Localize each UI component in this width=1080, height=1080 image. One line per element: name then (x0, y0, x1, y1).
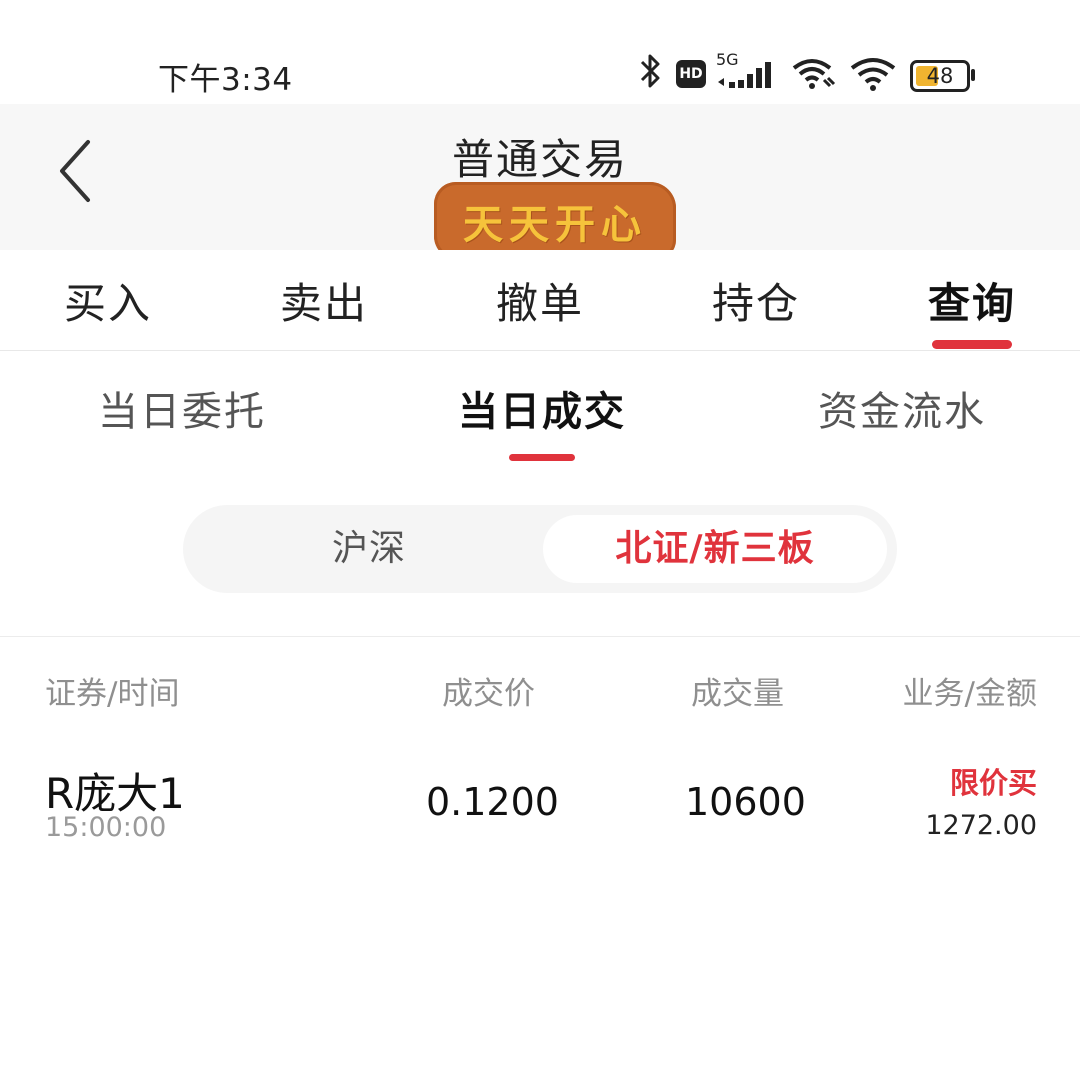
sticker-decoration: 天天开心 (434, 182, 676, 260)
column-header-price: 成交价 (442, 676, 535, 712)
bluetooth-icon (640, 54, 660, 88)
trade-amount: 1272.00 (925, 810, 1037, 841)
subtab-today-orders[interactable]: 当日委托 (52, 379, 312, 437)
segment-shanghai-shenzhen[interactable]: 沪深 (193, 515, 545, 583)
battery-icon: 48 (910, 60, 975, 92)
header: 普通交易 天天开心 (0, 104, 1080, 260)
trade-volume: 10600 (685, 780, 806, 824)
subtab-fund-flow[interactable]: 资金流水 (772, 379, 1032, 437)
hd-icon: HD (676, 60, 706, 88)
wifi-icon (850, 58, 896, 91)
page-title: 普通交易 (451, 135, 628, 184)
status-time: 下午3:34 (158, 62, 293, 98)
wifi-link-icon (792, 59, 836, 89)
market-segment-control: 沪深 北证/新三板 (183, 505, 897, 593)
column-header-security-time: 证券/时间 (45, 676, 180, 712)
active-subtab-indicator (509, 454, 575, 461)
business-type: 限价买 (949, 766, 1037, 800)
column-header-volume: 成交量 (691, 676, 784, 712)
trade-price: 0.1200 (426, 780, 559, 824)
battery-level: 48 (926, 64, 954, 88)
divider (0, 636, 1080, 637)
5g-signal-icon: 5G (716, 50, 778, 92)
trade-time: 15:00:00 (45, 812, 167, 843)
tab-buy[interactable]: 买入 (18, 270, 198, 331)
sub-tabs: 当日委托 当日成交 资金流水 (0, 351, 1080, 471)
tab-positions[interactable]: 持仓 (666, 270, 846, 331)
segment-beijing-neeq[interactable]: 北证/新三板 (543, 515, 887, 583)
column-header-business-amount: 业务/金额 (902, 676, 1037, 712)
sticker-text: 天天开心 (463, 202, 647, 248)
status-bar: 下午3:34 HD 5G 48 (0, 0, 1080, 104)
table-row[interactable]: R庞大1 15:00:00 0.1200 10600 限价买 1272.00 (0, 740, 1080, 860)
active-tab-indicator (932, 340, 1012, 349)
tab-cancel-order[interactable]: 撤单 (450, 270, 630, 331)
tab-query[interactable]: 查询 (882, 270, 1062, 331)
tab-sell[interactable]: 卖出 (234, 270, 414, 331)
subtab-today-trades[interactable]: 当日成交 (412, 379, 672, 437)
main-tabs: 买入 卖出 撤单 持仓 查询 (0, 250, 1080, 350)
